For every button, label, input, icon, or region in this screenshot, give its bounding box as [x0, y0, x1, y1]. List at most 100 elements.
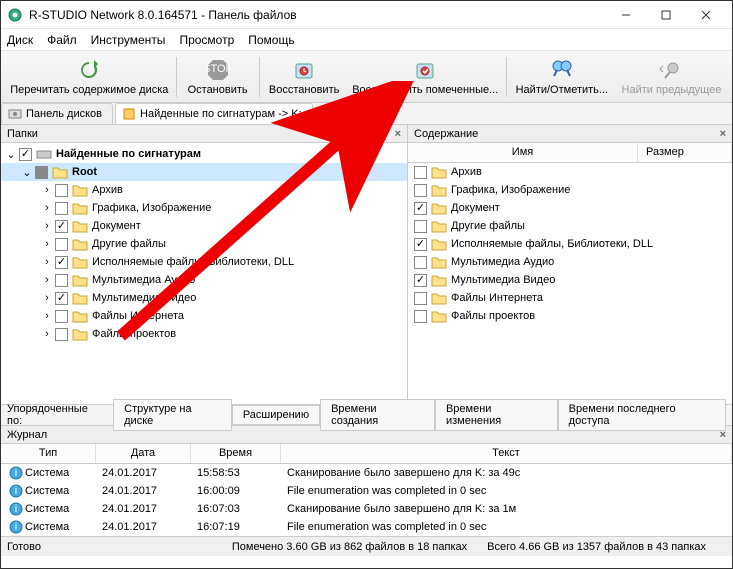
checkbox[interactable]	[55, 184, 68, 197]
tree-item[interactable]: › Другие файлы	[1, 235, 407, 253]
tree-item[interactable]: › Файлы Интернета	[1, 307, 407, 325]
tab-signatures[interactable]: Найденные по сигнатурам -> K:	[115, 103, 313, 124]
menu-disk[interactable]: Диск	[7, 33, 33, 47]
recover-button[interactable]: Восстановить	[262, 53, 347, 101]
list-item[interactable]: Файлы проектов	[408, 307, 732, 325]
tree-root-node[interactable]: ⌄ Root	[1, 163, 407, 181]
log-col-date[interactable]: Дата	[96, 444, 191, 463]
recover-marked-button[interactable]: Восстановить помеченные...	[347, 53, 504, 101]
checkbox[interactable]	[414, 292, 427, 305]
checkbox[interactable]	[414, 238, 427, 251]
checkbox[interactable]	[55, 310, 68, 323]
checkbox[interactable]	[55, 328, 68, 341]
menu-file[interactable]: Файл	[47, 33, 77, 47]
checkbox[interactable]	[55, 292, 68, 305]
checkbox[interactable]	[35, 166, 48, 179]
content-list[interactable]: Архив Графика, Изображение Документ Друг…	[408, 163, 732, 404]
col-name[interactable]: Имя	[408, 143, 638, 162]
list-item[interactable]: Мультимедиа Видео	[408, 271, 732, 289]
expand-icon[interactable]: ⌄	[21, 166, 33, 178]
expand-icon[interactable]: ›	[41, 328, 53, 340]
expand-icon[interactable]: ›	[41, 220, 53, 232]
tree-item[interactable]: › Графика, Изображение	[1, 199, 407, 217]
stop-button[interactable]: STOP Остановить	[179, 53, 257, 101]
list-item[interactable]: Графика, Изображение	[408, 181, 732, 199]
expand-icon[interactable]: ›	[41, 202, 53, 214]
folders-close-icon[interactable]: ×	[395, 128, 401, 140]
list-item[interactable]: Исполняемые файлы, Библиотеки, DLL	[408, 235, 732, 253]
col-size[interactable]: Размер	[638, 143, 732, 162]
log-row[interactable]: iСистема 24.01.2017 16:07:19 File enumer…	[1, 518, 732, 536]
checkbox[interactable]	[55, 220, 68, 233]
tab-disk-panel[interactable]: Панель дисков	[1, 103, 113, 124]
list-item[interactable]: Документ	[408, 199, 732, 217]
list-item[interactable]: Архив	[408, 163, 732, 181]
log-time: 16:07:03	[191, 502, 281, 516]
checkbox[interactable]	[55, 238, 68, 251]
folder-icon	[72, 201, 88, 215]
checkbox[interactable]	[55, 274, 68, 287]
find-prev-button[interactable]: Найти предыдущее	[615, 53, 728, 101]
expand-icon[interactable]: ⌄	[5, 148, 17, 160]
expand-icon[interactable]: ›	[41, 292, 53, 304]
refresh-button[interactable]: Перечитать содержимое диска	[5, 53, 174, 101]
expand-icon[interactable]: ›	[41, 238, 53, 250]
log-close-icon[interactable]: ×	[720, 429, 726, 441]
menu-tools[interactable]: Инструменты	[91, 33, 166, 47]
checkbox[interactable]	[414, 166, 427, 179]
log-col-type[interactable]: Тип	[1, 444, 96, 463]
recover-marked-label: Восстановить помеченные...	[352, 84, 498, 96]
list-item[interactable]: Другие файлы	[408, 217, 732, 235]
find-button[interactable]: Найти/Отметить...	[509, 53, 615, 101]
close-button[interactable]	[686, 1, 726, 29]
expand-icon[interactable]: ›	[41, 310, 53, 322]
expand-icon[interactable]: ›	[41, 184, 53, 196]
tree-item-label: Файлы проектов	[92, 328, 176, 340]
expand-icon[interactable]: ›	[41, 274, 53, 286]
checkbox[interactable]	[414, 256, 427, 269]
list-item[interactable]: Мультимедиа Аудио	[408, 253, 732, 271]
log-row[interactable]: iСистема 24.01.2017 16:07:03 Сканировани…	[1, 500, 732, 518]
log-col-text[interactable]: Текст	[281, 444, 732, 463]
sort-extension[interactable]: Расширению	[232, 405, 320, 425]
sort-structure[interactable]: Структуре на диске	[113, 399, 232, 431]
menu-help[interactable]: Помощь	[248, 33, 294, 47]
folders-title: Папки	[7, 128, 38, 140]
log-row[interactable]: iСистема 24.01.2017 15:58:53 Сканировани…	[1, 464, 732, 482]
tree-root[interactable]: ⌄ Найденные по сигнатурам	[1, 145, 407, 163]
checkbox[interactable]	[414, 184, 427, 197]
folder-icon	[431, 183, 447, 197]
checkbox[interactable]	[55, 202, 68, 215]
tree-item[interactable]: › Мультимедиа Видео	[1, 289, 407, 307]
checkbox[interactable]	[19, 148, 32, 161]
list-item-label: Файлы Интернета	[451, 292, 543, 304]
tree-item[interactable]: › Исполняемые файлы, Библиотеки, DLL	[1, 253, 407, 271]
expand-icon[interactable]: ›	[41, 256, 53, 268]
sort-bar: Упорядоченные по: Структуре на диске Рас…	[1, 404, 732, 426]
log-row[interactable]: iСистема 24.01.2017 16:00:09 File enumer…	[1, 482, 732, 500]
log-col-time[interactable]: Время	[191, 444, 281, 463]
checkbox[interactable]	[414, 310, 427, 323]
checkbox[interactable]	[414, 220, 427, 233]
maximize-button[interactable]	[646, 1, 686, 29]
checkbox[interactable]	[55, 256, 68, 269]
tree-item-label: Мультимедиа Аудио	[92, 274, 195, 286]
log-text: Сканирование было завершено для K: за 49…	[281, 466, 732, 480]
content-close-icon[interactable]: ×	[720, 128, 726, 140]
log-rows[interactable]: iСистема 24.01.2017 15:58:53 Сканировани…	[1, 464, 732, 536]
tree-item[interactable]: › Мультимедиа Аудио	[1, 271, 407, 289]
tree-item[interactable]: › Документ	[1, 217, 407, 235]
minimize-button[interactable]	[606, 1, 646, 29]
tree-item[interactable]: › Архив	[1, 181, 407, 199]
list-item-label: Файлы проектов	[451, 310, 535, 322]
folder-icon	[72, 255, 88, 269]
log-text: File enumeration was completed in 0 sec	[281, 484, 732, 498]
list-item[interactable]: Файлы Интернета	[408, 289, 732, 307]
folder-tree[interactable]: ⌄ Найденные по сигнатурам ⌄ Root › Архив…	[1, 143, 407, 404]
checkbox[interactable]	[414, 274, 427, 287]
list-item-label: Документ	[451, 202, 500, 214]
menu-view[interactable]: Просмотр	[179, 33, 234, 47]
tree-item[interactable]: › Файлы проектов	[1, 325, 407, 343]
recover-marked-icon	[413, 58, 437, 82]
checkbox[interactable]	[414, 202, 427, 215]
